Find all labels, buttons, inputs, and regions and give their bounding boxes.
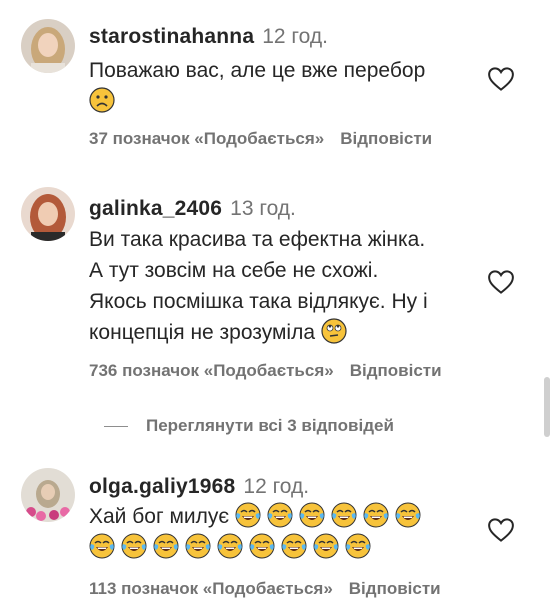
scrollbar[interactable]: [544, 377, 550, 437]
likes-count[interactable]: 37 позначок «Подобається»: [89, 129, 324, 148]
reply-button[interactable]: Відповісти: [350, 361, 442, 380]
emoji-row: [89, 532, 427, 563]
comment-text: Хай бог милує: [89, 501, 427, 563]
tears-of-joy-icon: [331, 502, 357, 528]
tears-of-joy-icon: [121, 533, 147, 559]
avatar[interactable]: [21, 187, 75, 241]
frowning-face-icon: [89, 87, 115, 113]
tears-of-joy-icon: [345, 533, 371, 559]
comment-text: Ви така красива та ефектна жінка. А тут …: [89, 228, 428, 344]
tears-of-joy-icon: [89, 533, 115, 559]
avatar[interactable]: [21, 468, 75, 522]
username[interactable]: olga.galiy1968: [89, 475, 235, 498]
timestamp[interactable]: 13 год.: [230, 197, 296, 220]
tears-of-joy-icon: [395, 502, 421, 528]
tears-of-joy-icon: [249, 533, 275, 559]
divider: [104, 426, 128, 428]
timestamp[interactable]: 12 год.: [262, 25, 328, 48]
rolling-eyes-face-icon: [321, 318, 347, 344]
reply-button[interactable]: Відповісти: [349, 579, 441, 598]
like-heart-icon[interactable]: [486, 515, 516, 545]
like-heart-icon[interactable]: [486, 64, 516, 94]
username[interactable]: galinka_2406: [89, 197, 222, 220]
timestamp[interactable]: 12 год.: [243, 475, 309, 498]
like-heart-icon[interactable]: [486, 267, 516, 297]
emoji-row: [235, 502, 427, 528]
reply-button[interactable]: Відповісти: [340, 129, 432, 148]
username[interactable]: starostinahanna: [89, 25, 254, 48]
tears-of-joy-icon: [281, 533, 307, 559]
avatar[interactable]: [21, 19, 75, 73]
tears-of-joy-icon: [299, 502, 325, 528]
tears-of-joy-icon: [217, 533, 243, 559]
tears-of-joy-icon: [363, 502, 389, 528]
tears-of-joy-icon: [267, 502, 293, 528]
tears-of-joy-icon: [185, 533, 211, 559]
view-replies-button[interactable]: Переглянути всі 3 відповідей: [104, 416, 394, 436]
likes-count[interactable]: 736 позначок «Подобається»: [89, 361, 334, 380]
likes-count[interactable]: 113 позначок «Подобається»: [89, 579, 333, 598]
comment-text: Поважаю вас, але це вже перебор: [89, 55, 425, 117]
tears-of-joy-icon: [313, 533, 339, 559]
tears-of-joy-icon: [153, 533, 179, 559]
tears-of-joy-icon: [235, 502, 261, 528]
